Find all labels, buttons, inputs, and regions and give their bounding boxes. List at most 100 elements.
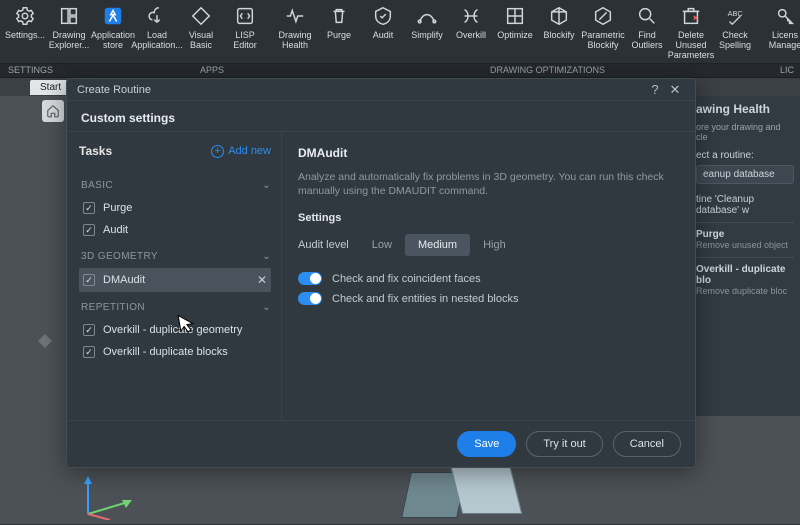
home-icon [46, 104, 60, 118]
level-high[interactable]: High [470, 234, 519, 256]
ribbon-simplify[interactable]: Simplify [406, 2, 448, 63]
drawing-health-panel: awing Health ore your drawing and cle ec… [690, 96, 800, 416]
ribbon-overkill[interactable]: Overkill [450, 2, 492, 63]
ribbon-label: Check Spelling [719, 30, 751, 50]
tab-start[interactable]: Start [30, 80, 71, 95]
section-title: Overkill - duplicate blo [696, 264, 794, 286]
level-low[interactable]: Low [359, 234, 405, 256]
checkbox-icon[interactable]: ✓ [83, 224, 95, 236]
group-settings[interactable]: SETTINGS [0, 64, 60, 77]
save-button[interactable]: Save [457, 431, 516, 457]
routine-section-purge[interactable]: Purge Remove unused object [696, 222, 794, 251]
section-sub: Remove unused object [696, 240, 788, 250]
ribbon-label: Visual Basic [189, 30, 213, 50]
tasks-panel: Tasks + Add new BASIC ⌄ ✓ Purge ✓ Audit … [67, 132, 282, 420]
ribbon-label: Find Outliers [631, 30, 662, 50]
remove-task-button[interactable]: ✕ [257, 273, 267, 287]
task-label: Overkill - duplicate blocks [103, 346, 228, 358]
load-icon [145, 4, 169, 28]
toggle-switch[interactable] [298, 292, 322, 305]
close-button[interactable]: ✕ [665, 82, 685, 98]
appstore-icon [101, 4, 125, 28]
ribbon-optimize[interactable]: Optimize [494, 2, 536, 63]
task-label: Overkill - duplicate geometry [103, 324, 242, 336]
svg-text:ABC: ABC [728, 9, 744, 18]
toggle-coincident-faces: Check and fix coincident faces [298, 272, 679, 285]
ribbon-label: Purge [327, 30, 351, 40]
cancel-button[interactable]: Cancel [613, 431, 681, 457]
task-overkill-blocks[interactable]: ✓ Overkill - duplicate blocks [79, 341, 271, 363]
ribbon-settings[interactable]: Settings... [4, 2, 46, 63]
dialog-body: Tasks + Add new BASIC ⌄ ✓ Purge ✓ Audit … [67, 131, 695, 420]
purge-icon [327, 4, 351, 28]
optimize-icon [503, 4, 527, 28]
add-new-button[interactable]: + Add new [211, 145, 271, 158]
routine-heading: tine 'Cleanup database' w [696, 194, 794, 216]
simplify-icon [415, 4, 439, 28]
toggle-nested-blocks: Check and fix entities in nested blocks [298, 292, 679, 305]
pblockify-icon [591, 4, 615, 28]
ribbon-label: Application store [91, 30, 135, 50]
spell-icon: ABC [723, 4, 747, 28]
create-routine-dialog: Create Routine ? ✕ Custom settings Tasks… [66, 78, 696, 468]
routine-select[interactable]: eanup database [696, 165, 794, 184]
section-sub: Remove duplicate bloc [696, 286, 787, 296]
gear-icon [13, 4, 37, 28]
ribbon-drawing-health[interactable]: Drawing Health [274, 2, 316, 63]
dialog-subtitle: Custom settings [67, 101, 695, 131]
toggle-switch[interactable] [298, 272, 322, 285]
ribbon-blockify[interactable]: Blockify [538, 2, 580, 63]
task-dmaudit[interactable]: ✓ DMAudit ✕ [79, 268, 271, 292]
home-button[interactable] [42, 100, 64, 122]
ribbon-license-manager[interactable]: Licens Manage [764, 2, 800, 63]
ruler-handle-icon[interactable] [38, 334, 52, 348]
audit-icon [371, 4, 395, 28]
ribbon-purge[interactable]: Purge [318, 2, 360, 63]
chevron-down-icon: ⌄ [262, 180, 271, 191]
ribbon-group-bar: SETTINGS APPS DRAWING OPTIMIZATIONS LIC [0, 64, 800, 78]
task-overkill-geometry[interactable]: ✓ Overkill - duplicate geometry [79, 319, 271, 341]
detail-title: DMAudit [298, 146, 679, 160]
checkbox-icon[interactable]: ✓ [83, 346, 95, 358]
checkbox-icon[interactable]: ✓ [83, 202, 95, 214]
help-button[interactable]: ? [645, 82, 665, 97]
checkbox-icon[interactable]: ✓ [83, 324, 95, 336]
group-basic[interactable]: BASIC ⌄ [81, 180, 271, 191]
routine-label: ect a routine: [696, 150, 794, 161]
ribbon-label: Parametric Blockify [581, 30, 625, 50]
ribbon-parametric-blockify[interactable]: Parametric Blockify [582, 2, 624, 63]
license-icon [773, 4, 797, 28]
group-repetition[interactable]: REPETITION ⌄ [81, 302, 271, 313]
ribbon-label: Drawing Health [278, 30, 311, 50]
ribbon-load-application[interactable]: Load Application... [136, 2, 178, 63]
ribbon-lisp-editor[interactable]: LISP Editor [224, 2, 266, 63]
detail-description: Analyze and automatically fix problems i… [298, 170, 679, 198]
task-purge[interactable]: ✓ Purge [79, 197, 271, 219]
ribbon-audit[interactable]: Audit [362, 2, 404, 63]
task-audit[interactable]: ✓ Audit [79, 219, 271, 241]
ribbon-visual-basic[interactable]: Visual Basic [180, 2, 222, 63]
ribbon-label: LISP Editor [233, 30, 257, 50]
chevron-down-icon: ⌄ [262, 302, 271, 313]
ribbon-app-store[interactable]: Application store [92, 2, 134, 63]
routine-section-overkill[interactable]: Overkill - duplicate blo Remove duplicat… [696, 257, 794, 297]
settings-heading: Settings [298, 212, 679, 224]
checkbox-icon[interactable]: ✓ [83, 274, 95, 286]
group-basic-label: BASIC [81, 180, 113, 191]
group-3d-geometry[interactable]: 3D GEOMETRY ⌄ [81, 251, 271, 262]
ribbon-check-spelling[interactable]: ABC Check Spelling [714, 2, 756, 63]
ribbon-drawing-explorer[interactable]: Drawing Explorer... [48, 2, 90, 63]
lisp-icon [233, 4, 257, 28]
dialog-titlebar[interactable]: Create Routine ? ✕ [67, 79, 695, 101]
ribbon-label: Licens Manage [769, 30, 800, 50]
ribbon-delete-unused-params[interactable]: Delete Unused Parameters [670, 2, 712, 63]
dialog-footer: Save Try it out Cancel [67, 420, 695, 467]
level-medium[interactable]: Medium [405, 234, 470, 256]
try-it-out-button[interactable]: Try it out [526, 431, 602, 457]
task-label: Audit [103, 224, 128, 236]
ucs-axis-icon [78, 474, 138, 520]
group-rep-label: REPETITION [81, 302, 145, 313]
dialog-title: Create Routine [77, 84, 151, 96]
ribbon-label: Audit [373, 30, 394, 40]
ribbon-find-outliers[interactable]: Find Outliers [626, 2, 668, 63]
